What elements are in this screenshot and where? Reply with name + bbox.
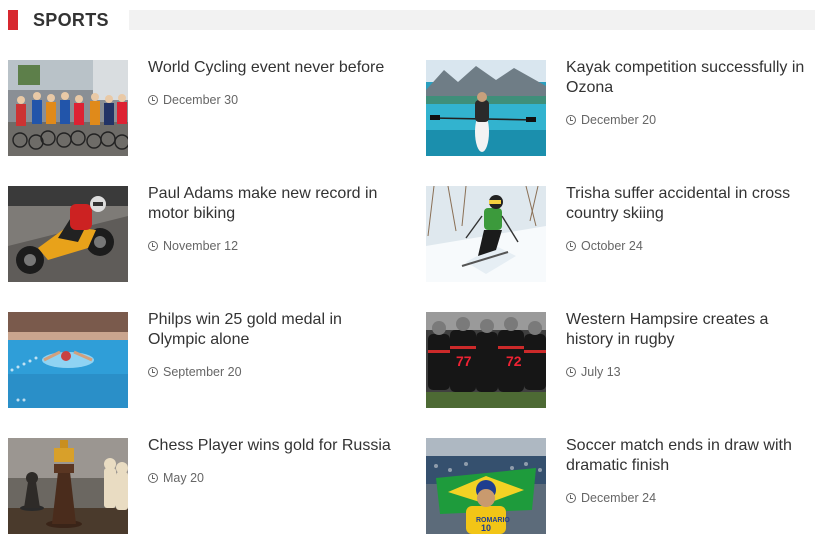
motorbike-image: [8, 186, 128, 282]
skier-image: [426, 186, 546, 282]
post-date-text: December 30: [163, 93, 239, 107]
post-date-text: December 24: [581, 491, 657, 505]
cycling-image: [8, 60, 128, 156]
post-date: December 24: [566, 490, 656, 506]
swimmer-image: [8, 312, 128, 408]
post-date: December 20: [566, 112, 656, 128]
post-thumbnail-soccer[interactable]: ROMARIO 10: [426, 438, 546, 534]
post-item: 77 72 Western Hampsire creates a history…: [426, 310, 820, 408]
post-title-link[interactable]: Paul Adams make new record in motor biki…: [148, 184, 398, 224]
post-item: Paul Adams make new record in motor biki…: [8, 184, 403, 282]
svg-text:10: 10: [481, 523, 491, 533]
post-title-link[interactable]: Chess Player wins gold for Russia: [148, 436, 398, 456]
section-title: SPORTS: [33, 8, 129, 32]
svg-text:77: 77: [456, 353, 472, 369]
post-date-text: December 20: [581, 113, 657, 127]
chess-image: [8, 438, 128, 534]
header-accent-bar: [8, 10, 18, 30]
post-date: November 12: [148, 238, 238, 254]
post-thumbnail-cycling[interactable]: [8, 60, 128, 156]
clock-icon: [148, 367, 158, 377]
clock-icon: [148, 473, 158, 483]
post-date: October 24: [566, 238, 643, 254]
post-title-link[interactable]: Kayak competition successfully in Ozona: [566, 58, 816, 98]
clock-icon: [566, 115, 576, 125]
post-item: Trisha suffer accidental in cross countr…: [426, 184, 820, 282]
clock-icon: [566, 367, 576, 377]
post-title-link[interactable]: Philps win 25 gold medal in Olympic alon…: [148, 310, 398, 350]
section-header: SPORTS: [8, 8, 815, 32]
post-date: July 13: [566, 364, 621, 380]
rugby-image: 77 72: [426, 312, 546, 408]
post-date: December 30: [148, 92, 238, 108]
clock-icon: [148, 95, 158, 105]
post-title-link[interactable]: World Cycling event never before: [148, 58, 398, 78]
post-item: ROMARIO 10 Soccer match ends in draw wit…: [426, 436, 820, 534]
post-date-text: October 24: [581, 239, 643, 253]
post-thumbnail-rugby[interactable]: 77 72: [426, 312, 546, 408]
post-title-link[interactable]: Trisha suffer accidental in cross countr…: [566, 184, 816, 224]
post-thumbnail-chess[interactable]: [8, 438, 128, 534]
post-item: Kayak competition successfully in Ozona …: [426, 58, 820, 156]
post-date: May 20: [148, 470, 204, 486]
clock-icon: [566, 241, 576, 251]
post-thumbnail-motorbike[interactable]: [8, 186, 128, 282]
post-thumbnail-swimmer[interactable]: [8, 312, 128, 408]
post-item: World Cycling event never before Decembe…: [8, 58, 403, 156]
post-thumbnail-kayak[interactable]: [426, 60, 546, 156]
kayak-image: [426, 60, 546, 156]
post-date: September 20: [148, 364, 242, 380]
post-title-link[interactable]: Western Hampsire creates a history in ru…: [566, 310, 816, 350]
clock-icon: [566, 493, 576, 503]
post-date-text: July 13: [581, 365, 621, 379]
post-thumbnail-skier[interactable]: [426, 186, 546, 282]
soccer-image: ROMARIO 10: [426, 438, 546, 534]
post-date-text: November 12: [163, 239, 239, 253]
svg-text:72: 72: [506, 353, 522, 369]
post-item: Chess Player wins gold for Russia May 20: [8, 436, 403, 534]
post-date-text: May 20: [163, 471, 204, 485]
post-item: Philps win 25 gold medal in Olympic alon…: [8, 310, 403, 408]
post-title-link[interactable]: Soccer match ends in draw with dramatic …: [566, 436, 816, 476]
post-date-text: September 20: [163, 365, 242, 379]
clock-icon: [148, 241, 158, 251]
header-divider-bar: [128, 10, 815, 30]
